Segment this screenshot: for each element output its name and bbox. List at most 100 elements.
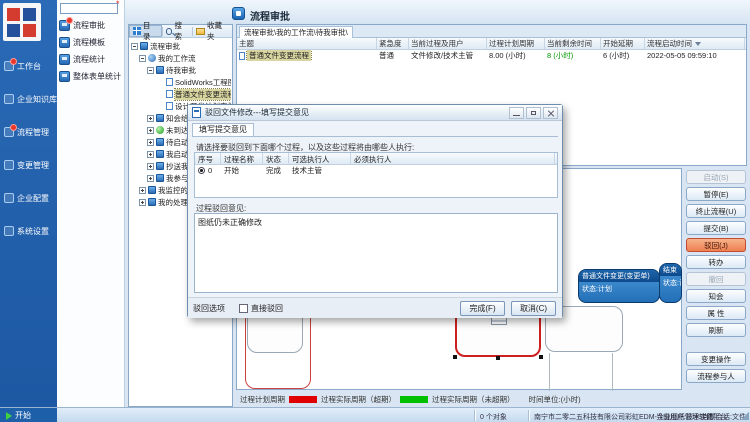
maximize-icon[interactable] [526, 107, 541, 119]
catalog-button[interactable]: 目录 [129, 25, 162, 37]
start-button[interactable]: 开始 [0, 408, 57, 422]
process-stats-icon [59, 54, 70, 65]
launcher-item-process-approval[interactable]: 流程审批 [59, 18, 123, 33]
change-management-icon [4, 160, 14, 170]
start-label: 开始 [15, 410, 31, 421]
tab-pending-my-approval[interactable]: 流程审批\我的工作流\待我审批\ [239, 26, 353, 38]
legend-green-swatch [400, 396, 428, 403]
node-title: 普通文件变更(变更单) [579, 270, 659, 282]
favorites-button[interactable]: 收藏夹 [193, 25, 232, 37]
expand-icon[interactable] [147, 127, 154, 134]
flow-node-end[interactable]: 结束 状态:计划 [659, 263, 682, 303]
direct-reject-checkbox[interactable] [239, 304, 248, 313]
sidebar-item-process-management[interactable]: 流程管理 [0, 118, 57, 146]
action-terminate-button[interactable]: 终止流程(U) [686, 204, 746, 218]
action-reject-button[interactable]: 驳回(J) [686, 238, 746, 252]
tree-item-my-workflow[interactable]: 我的工作流 [130, 52, 231, 64]
flow-node-change-order[interactable]: 普通文件变更(变更单) 状态:计划 [578, 269, 660, 303]
node-status: 状态:计划 [660, 276, 681, 290]
sidebar-item-system-settings[interactable]: 系统设置 [0, 217, 57, 245]
sidebar-item-change-management[interactable]: 变更管理 [0, 151, 57, 179]
dialog-table-row[interactable]: 0 开始 完成 技术主管 [195, 165, 557, 176]
launcher-item-process-template[interactable]: 流程模板 [59, 35, 123, 50]
row-process-name: 开始 [221, 165, 263, 176]
row-current-process-user: 文件修改/技术主管 [409, 50, 487, 61]
launcher-item-process-stats[interactable]: 流程统计 [59, 52, 123, 67]
column-start-delay[interactable]: 开始延期 [601, 38, 645, 49]
dialog-doc-icon [192, 107, 201, 118]
minimize-icon[interactable] [509, 107, 524, 119]
action-transfer-button[interactable]: 转办 [686, 255, 746, 269]
reject-dialog: 驳回文件修改---填写提交意见 填写提交意见 请选择要驳回到下面哪个过程，以及这… [187, 104, 563, 318]
action-refresh-button[interactable]: 刷新 [686, 323, 746, 337]
favorites-label: 收藏夹 [207, 20, 229, 42]
launcher-item-form-stats[interactable]: 整体表单统计 [59, 69, 123, 84]
tree-item-pending-my-approval[interactable]: 待我审批 [130, 64, 231, 76]
search-button[interactable]: 搜索 [163, 25, 193, 37]
collapse-icon[interactable] [147, 67, 154, 74]
column-required-executor: 必须执行人 [351, 153, 555, 164]
module-launcher: 流程审批 流程模板 流程统计 整体表单统计 [57, 0, 125, 407]
tree-item-solidworks-flow[interactable]: SolidWorks工程图审批流程(1) [130, 76, 231, 88]
expand-icon[interactable] [147, 175, 154, 182]
legend-actual-overdue: 过程实际周期（超期） [321, 394, 396, 405]
workbench-icon [4, 61, 14, 71]
opinion-textarea[interactable]: 图纸仍未正确修改 [194, 213, 558, 293]
table-row[interactable]: 普通文件变更流程 普通 文件修改/技术主管 8.00 (小时) 8 (小时) 6… [237, 50, 746, 61]
action-notify-button[interactable]: 知会 [686, 289, 746, 303]
finish-button[interactable]: 完成(F) [460, 301, 505, 316]
cancel-button[interactable]: 取消(C) [511, 301, 556, 316]
row-plan-period: 8.00 (小时) [487, 50, 545, 61]
tree-item-normal-file-change-flow[interactable]: 普通文件变更流程(1) [130, 88, 231, 100]
sidebar-item-knowledge-base[interactable]: 企业知识库 [0, 85, 57, 113]
dialog-titlebar: 驳回文件修改---填写提交意见 [188, 105, 562, 121]
close-icon[interactable] [543, 107, 558, 119]
action-start-button: 启动(S) [686, 170, 746, 184]
catalog-label: 目录 [143, 20, 158, 42]
column-start-time[interactable]: 流程启动时间 [645, 38, 745, 49]
column-urgency[interactable]: 紧急度 [377, 38, 409, 49]
workflow-icon [148, 54, 156, 62]
expand-icon[interactable] [139, 199, 146, 206]
selection-handle[interactable] [496, 356, 500, 360]
sidebar-item-enterprise-config[interactable]: 企业配置 [0, 184, 57, 212]
row-subject: 普通文件变更流程 [247, 50, 311, 61]
dialog-tab-submit-opinion[interactable]: 填写提交意见 [192, 123, 254, 136]
sidebar-item-workbench[interactable]: 工作台 [0, 52, 57, 80]
launcher-search-input[interactable] [60, 3, 118, 14]
action-submit-button[interactable]: 提交(B) [686, 221, 746, 235]
expand-icon[interactable] [147, 151, 154, 158]
object-count: 0 个对象 [480, 412, 507, 422]
sidebar-item-label: 企业配置 [17, 193, 49, 204]
expand-icon[interactable] [147, 163, 154, 170]
selection-handle[interactable] [453, 355, 457, 359]
pending-approval-icon [156, 66, 164, 74]
action-pause-button[interactable]: 暂停(E) [686, 187, 746, 201]
collapse-icon[interactable] [139, 55, 146, 62]
status-sphere-icon [156, 126, 164, 134]
sidebar-item-label: 系统设置 [17, 226, 49, 237]
tab-bar: 流程审批\我的工作流\待我审批\ [237, 25, 746, 38]
clipboard-icon [156, 162, 164, 170]
column-remaining-time[interactable]: 当前剩余时间 [545, 38, 601, 49]
expand-icon[interactable] [139, 187, 146, 194]
document-icon [239, 52, 245, 60]
selection-handle[interactable] [539, 355, 543, 359]
expand-icon[interactable] [147, 115, 154, 122]
action-properties-button[interactable]: 属 性 [686, 306, 746, 320]
search-label: 搜索 [174, 20, 189, 42]
flow-node-outline[interactable] [549, 353, 613, 391]
tree-root-process-approval[interactable]: 流程审批 [130, 40, 231, 52]
column-current-process-user[interactable]: 当前过程及用户 [409, 38, 487, 49]
collapse-icon[interactable] [131, 43, 138, 50]
node-status: 状态:计划 [579, 282, 659, 296]
expand-icon[interactable] [147, 139, 154, 146]
action-participants-button[interactable]: 流程参与人 [686, 369, 746, 383]
column-subject[interactable]: 主题 [237, 38, 377, 49]
row-radio[interactable] [198, 167, 205, 174]
action-change-operation-button[interactable]: 变更操作 [686, 352, 746, 366]
column-plan-period[interactable]: 过程计划周期 [487, 38, 545, 49]
catalog-icon [133, 27, 141, 35]
dialog-process-table: 序号 过程名称 状态 可选执行人 必须执行人 0 开始 完成 技术主管 [194, 152, 558, 198]
column-process-name: 过程名称 [221, 153, 263, 164]
